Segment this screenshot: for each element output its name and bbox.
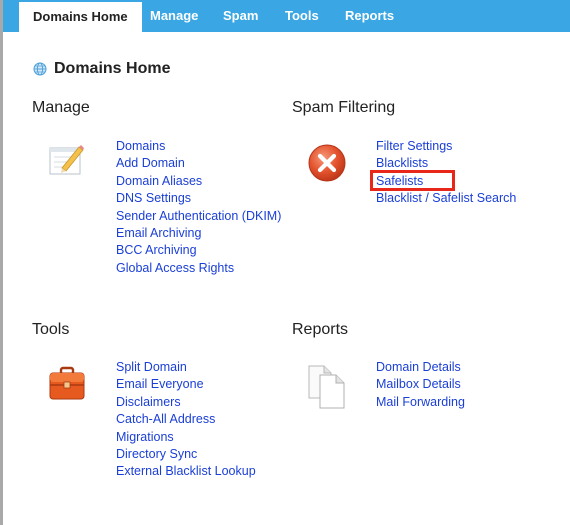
- documents-icon: [308, 365, 345, 409]
- link-domains[interactable]: Domains: [116, 138, 281, 155]
- notepad-pencil-icon: [49, 145, 84, 175]
- top-nav-bar: Domains Home Manage Spam Tools Reports: [3, 0, 570, 32]
- link-directory-sync[interactable]: Directory Sync: [116, 446, 256, 463]
- tools-links: Split Domain Email Everyone Disclaimers …: [116, 359, 256, 481]
- tools-heading: Tools: [32, 321, 70, 338]
- link-email-archiving[interactable]: Email Archiving: [116, 225, 281, 242]
- link-external-blacklist-lookup[interactable]: External Blacklist Lookup: [116, 463, 256, 480]
- link-mail-forwarding[interactable]: Mail Forwarding: [376, 394, 465, 411]
- link-domain-details[interactable]: Domain Details: [376, 359, 465, 376]
- reports-links: Domain Details Mailbox Details Mail Forw…: [376, 359, 465, 411]
- tab-tools[interactable]: Tools: [285, 0, 319, 32]
- tab-reports[interactable]: Reports: [345, 0, 394, 32]
- link-global-access-rights[interactable]: Global Access Rights: [116, 260, 281, 277]
- link-mailbox-details[interactable]: Mailbox Details: [376, 376, 465, 393]
- manage-heading: Manage: [32, 99, 90, 116]
- left-border: [0, 0, 3, 525]
- globe-icon: [33, 62, 47, 76]
- link-sender-authentication-dkim[interactable]: Sender Authentication (DKIM): [116, 208, 281, 225]
- tab-domains-home[interactable]: Domains Home: [19, 2, 142, 32]
- red-x-circle-icon: [308, 144, 346, 182]
- link-bcc-archiving[interactable]: BCC Archiving: [116, 242, 281, 259]
- link-add-domain[interactable]: Add Domain: [116, 155, 281, 172]
- toolbox-icon: [49, 366, 85, 400]
- link-dns-settings[interactable]: DNS Settings: [116, 190, 281, 207]
- page-title: Domains Home: [33, 60, 170, 78]
- link-disclaimers[interactable]: Disclaimers: [116, 394, 256, 411]
- link-blacklist-safelist-search[interactable]: Blacklist / Safelist Search: [376, 190, 516, 207]
- link-split-domain[interactable]: Split Domain: [116, 359, 256, 376]
- page-title-text: Domains Home: [54, 60, 171, 77]
- link-email-everyone[interactable]: Email Everyone: [116, 376, 256, 393]
- tab-manage[interactable]: Manage: [150, 0, 198, 32]
- manage-links: Domains Add Domain Domain Aliases DNS Se…: [116, 138, 281, 277]
- spam-filtering-heading: Spam Filtering: [292, 99, 396, 116]
- tab-spam[interactable]: Spam: [223, 0, 258, 32]
- safelists-highlight-box: [370, 170, 455, 191]
- reports-heading: Reports: [292, 321, 349, 338]
- link-catch-all-address[interactable]: Catch-All Address: [116, 411, 256, 428]
- link-migrations[interactable]: Migrations: [116, 429, 256, 446]
- link-domain-aliases[interactable]: Domain Aliases: [116, 173, 281, 190]
- link-filter-settings[interactable]: Filter Settings: [376, 138, 516, 155]
